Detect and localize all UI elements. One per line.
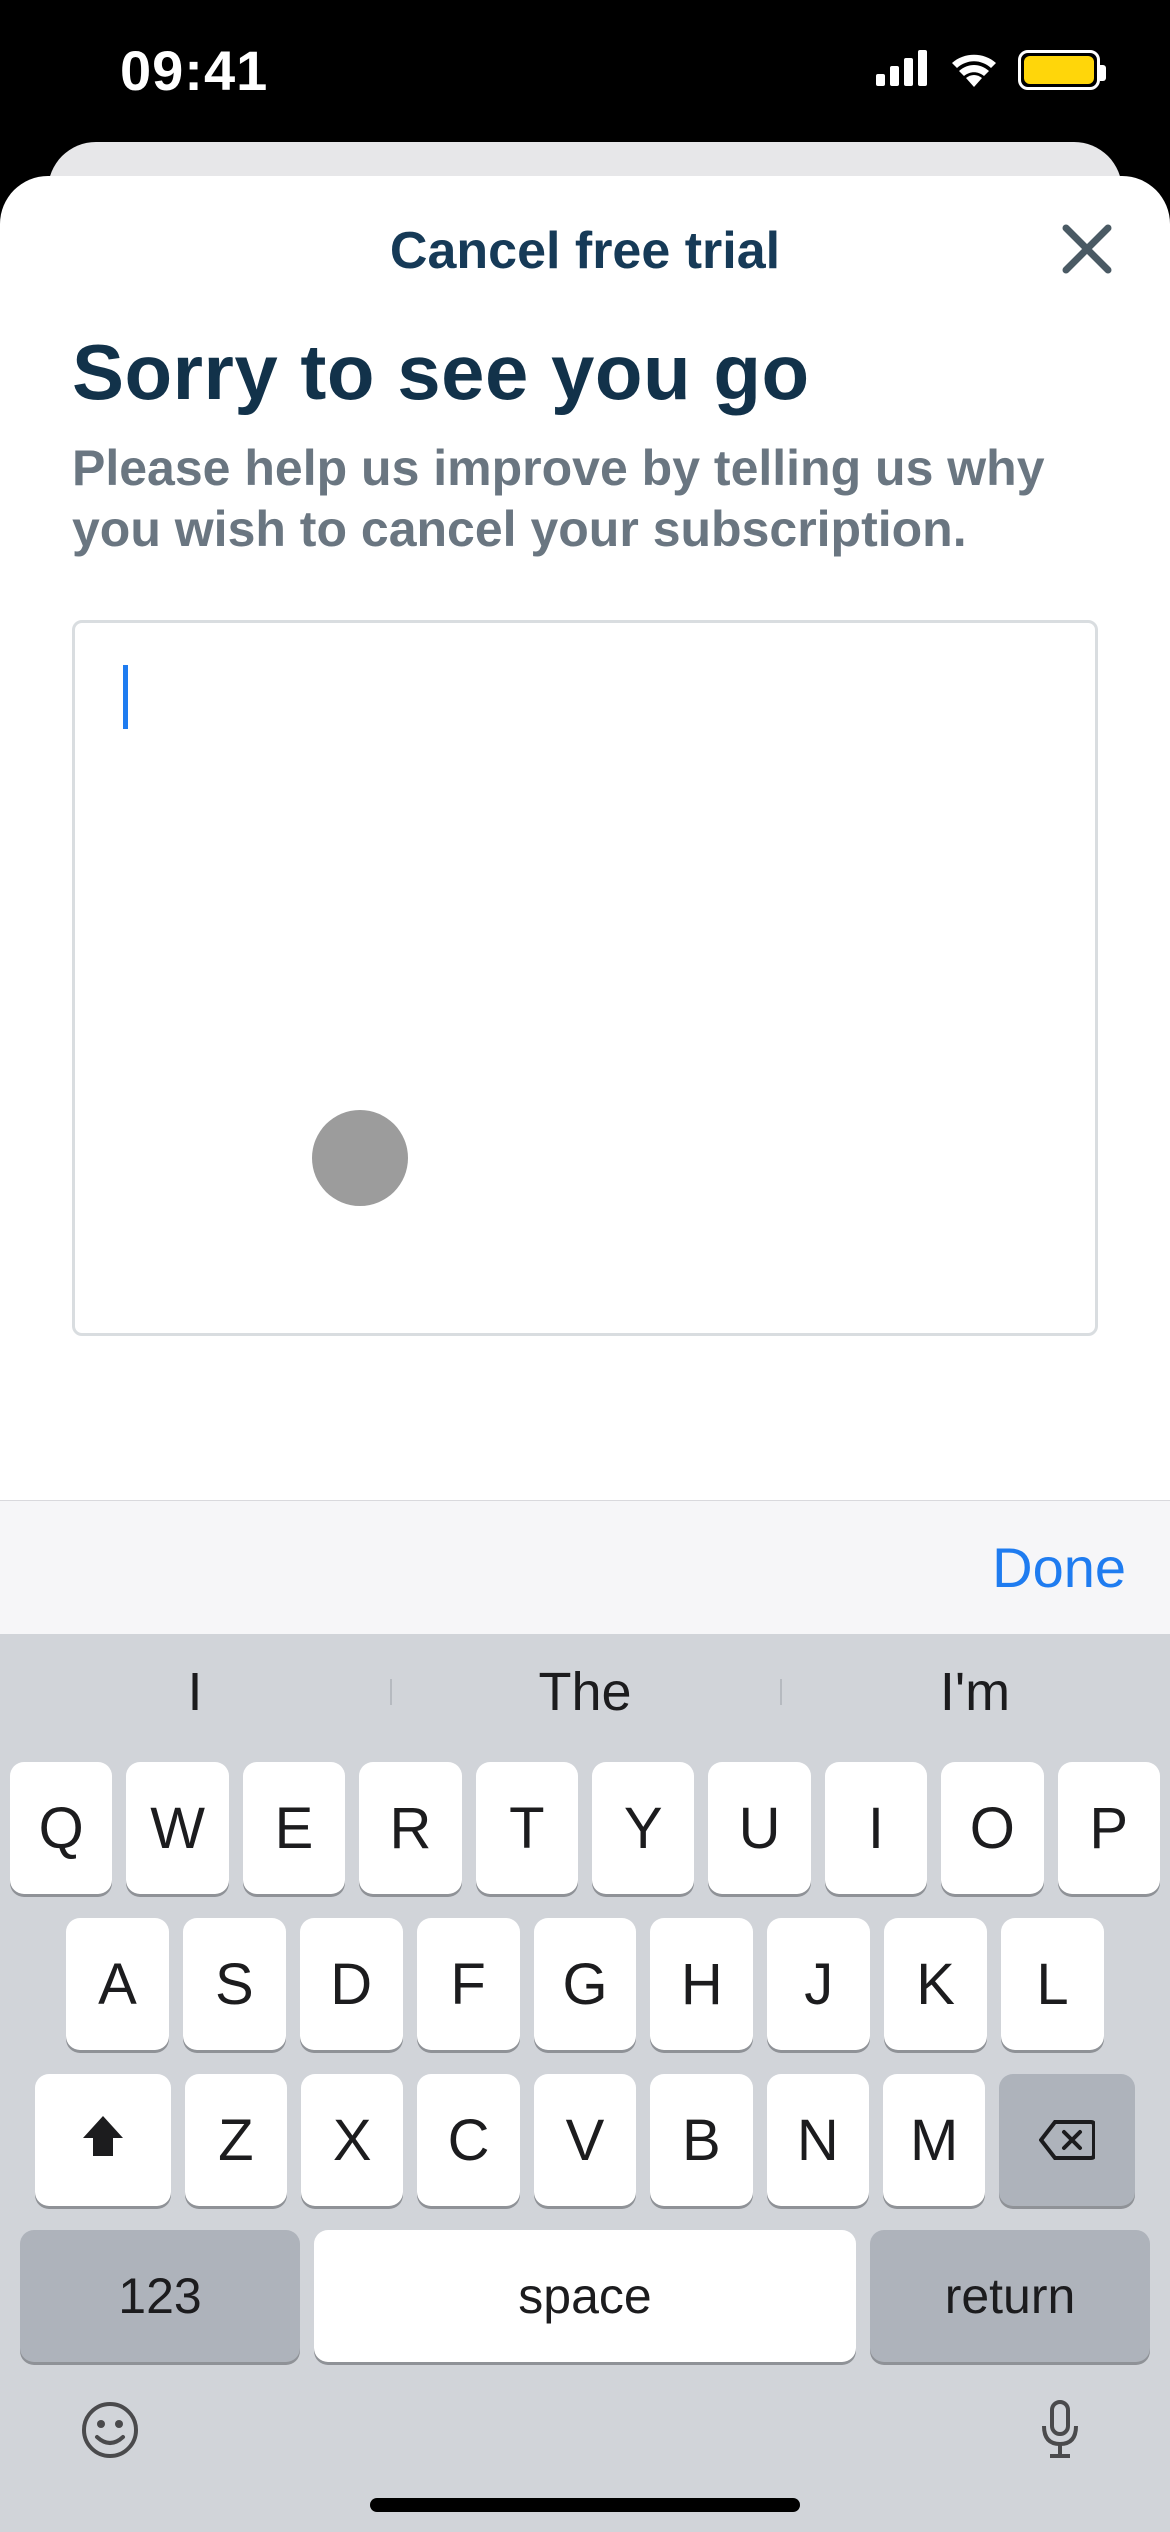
keyboard-row-3: Z X C V B N M <box>10 2074 1160 2206</box>
key-space[interactable]: space <box>314 2230 856 2362</box>
dictation-button[interactable] <box>1028 2400 1092 2464</box>
key-k[interactable]: K <box>884 1918 987 2050</box>
close-button[interactable] <box>1052 216 1122 286</box>
key-u[interactable]: U <box>708 1762 810 1894</box>
key-g[interactable]: G <box>534 1918 637 2050</box>
key-t[interactable]: T <box>476 1762 578 1894</box>
key-shift[interactable] <box>35 2074 171 2206</box>
key-b[interactable]: B <box>650 2074 752 2206</box>
touch-indicator <box>312 1110 408 1206</box>
status-indicators <box>876 49 1100 92</box>
status-bar: 09:41 <box>0 0 1170 140</box>
key-x[interactable]: X <box>301 2074 403 2206</box>
page-heading: Sorry to see you go <box>72 332 1098 414</box>
key-a[interactable]: A <box>66 1918 169 2050</box>
cancellation-reason-input[interactable] <box>72 620 1098 1336</box>
keyboard-done-button[interactable]: Done <box>992 1535 1126 1600</box>
key-q[interactable]: Q <box>10 1762 112 1894</box>
key-i[interactable]: I <box>825 1762 927 1894</box>
emoji-icon <box>81 2401 139 2464</box>
key-l[interactable]: L <box>1001 1918 1104 2050</box>
suggestion-3[interactable]: I'm <box>780 1661 1170 1723</box>
key-r[interactable]: R <box>359 1762 461 1894</box>
battery-icon <box>1018 50 1100 90</box>
key-numbers[interactable]: 123 <box>20 2230 300 2362</box>
key-c[interactable]: C <box>417 2074 519 2206</box>
delete-icon <box>1039 2107 1095 2174</box>
cancel-trial-modal: Cancel free trial Sorry to see you go Pl… <box>0 176 1170 2532</box>
wifi-icon <box>948 49 1000 92</box>
modal-body: Sorry to see you go Please help us impro… <box>0 326 1170 1336</box>
shift-icon <box>79 2107 127 2174</box>
suggestion-1[interactable]: I <box>0 1661 390 1723</box>
keyboard-row-bottom: 123 space return <box>10 2230 1160 2362</box>
keyboard-area: Done I The I'm Q W E R T Y U I O P <box>0 1500 1170 2532</box>
key-s[interactable]: S <box>183 1918 286 2050</box>
suggestion-2[interactable]: The <box>390 1661 780 1723</box>
key-y[interactable]: Y <box>592 1762 694 1894</box>
modal-header: Cancel free trial <box>0 176 1170 326</box>
key-w[interactable]: W <box>126 1762 228 1894</box>
key-e[interactable]: E <box>243 1762 345 1894</box>
key-h[interactable]: H <box>650 1918 753 2050</box>
keyboard-row-2: A S D F G H J K L <box>10 1918 1160 2050</box>
keyboard: I The I'm Q W E R T Y U I O P A <box>0 1634 1170 2532</box>
key-d[interactable]: D <box>300 1918 403 2050</box>
cellular-icon <box>876 50 930 91</box>
keyboard-toolbar: Done <box>0 1500 1170 1634</box>
page-subtext: Please help us improve by telling us why… <box>72 438 1098 560</box>
keyboard-footer <box>0 2362 1170 2502</box>
microphone-icon <box>1037 2398 1083 2467</box>
key-p[interactable]: P <box>1058 1762 1160 1894</box>
key-j[interactable]: J <box>767 1918 870 2050</box>
key-m[interactable]: M <box>883 2074 985 2206</box>
keyboard-suggestions: I The I'm <box>0 1634 1170 1750</box>
close-icon <box>1060 222 1114 281</box>
key-o[interactable]: O <box>941 1762 1043 1894</box>
status-time: 09:41 <box>120 38 268 103</box>
key-delete[interactable] <box>999 2074 1135 2206</box>
text-cursor <box>123 665 128 729</box>
key-n[interactable]: N <box>767 2074 869 2206</box>
key-z[interactable]: Z <box>185 2074 287 2206</box>
key-f[interactable]: F <box>417 1918 520 2050</box>
key-return[interactable]: return <box>870 2230 1150 2362</box>
emoji-button[interactable] <box>78 2400 142 2464</box>
keyboard-row-1: Q W E R T Y U I O P <box>10 1762 1160 1894</box>
key-v[interactable]: V <box>534 2074 636 2206</box>
modal-title: Cancel free trial <box>390 221 780 281</box>
home-indicator[interactable] <box>370 2498 800 2512</box>
